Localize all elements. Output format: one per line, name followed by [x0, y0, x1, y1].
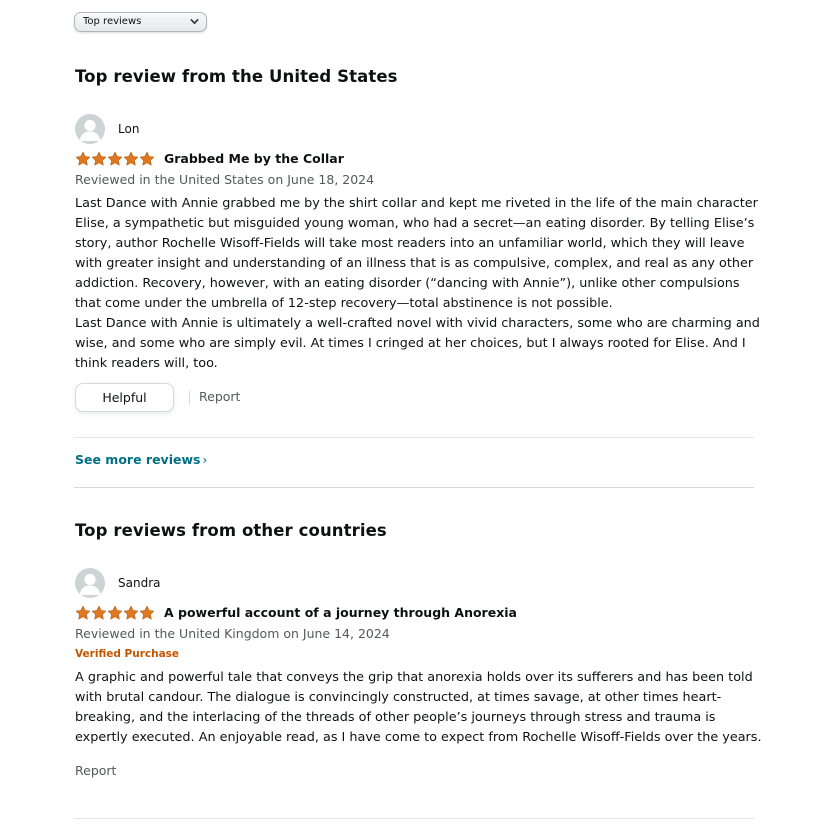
review-header: A powerful account of a journey through … — [75, 605, 517, 620]
star-icon — [123, 151, 139, 166]
review-paragraph: A graphic and powerful tale that conveys… — [75, 670, 762, 745]
report-link[interactable]: Report — [75, 763, 116, 778]
sort-dropdown[interactable]: Top reviews — [74, 12, 207, 32]
star-rating[interactable] — [75, 605, 155, 620]
star-icon — [75, 605, 91, 620]
helpful-button[interactable]: Helpful — [75, 383, 174, 412]
star-icon — [75, 151, 91, 166]
review-paragraph: Last Dance with Annie is ultimately a we… — [75, 316, 760, 371]
review-header: Grabbed Me by the Collar — [75, 151, 344, 166]
sort-dropdown-value: Top reviews — [83, 16, 142, 27]
star-icon — [123, 605, 139, 620]
star-icon — [107, 151, 123, 166]
verified-purchase-badge[interactable]: Verified Purchase — [75, 648, 179, 660]
see-more-reviews-link[interactable]: See more reviews › — [75, 452, 207, 467]
reviewer-name: Lon — [118, 122, 140, 136]
section-title-us: Top review from the United States — [75, 67, 398, 86]
section-title-other-countries: Top reviews from other countries — [75, 521, 387, 540]
action-separator — [189, 391, 190, 405]
star-rating[interactable] — [75, 151, 155, 166]
reviewer-name: Sandra — [118, 576, 161, 590]
section-divider — [74, 818, 754, 819]
star-icon — [139, 151, 155, 166]
default-avatar-icon — [75, 568, 105, 598]
review-title[interactable]: Grabbed Me by the Collar — [164, 151, 344, 166]
chevron-down-icon — [190, 19, 199, 24]
review-date: Reviewed in the United States on June 18… — [75, 172, 375, 187]
review-body: A graphic and powerful tale that conveys… — [75, 668, 765, 748]
chevron-right-icon: › — [202, 453, 208, 467]
review-title[interactable]: A powerful account of a journey through … — [164, 605, 517, 620]
see-more-label: See more reviews — [75, 452, 201, 467]
star-icon — [91, 151, 107, 166]
section-divider — [74, 487, 754, 488]
review-paragraph: Last Dance with Annie grabbed me by the … — [75, 196, 758, 311]
reviewer-profile[interactable]: Lon — [75, 114, 139, 144]
review-body: Last Dance with Annie grabbed me by the … — [75, 194, 765, 374]
section-divider — [74, 437, 754, 438]
default-avatar-icon — [75, 114, 105, 144]
star-icon — [91, 605, 107, 620]
reviewer-profile[interactable]: Sandra — [75, 568, 160, 598]
star-icon — [139, 605, 155, 620]
review-date: Reviewed in the United Kingdom on June 1… — [75, 626, 390, 641]
report-link[interactable]: Report — [199, 389, 240, 404]
star-icon — [107, 605, 123, 620]
